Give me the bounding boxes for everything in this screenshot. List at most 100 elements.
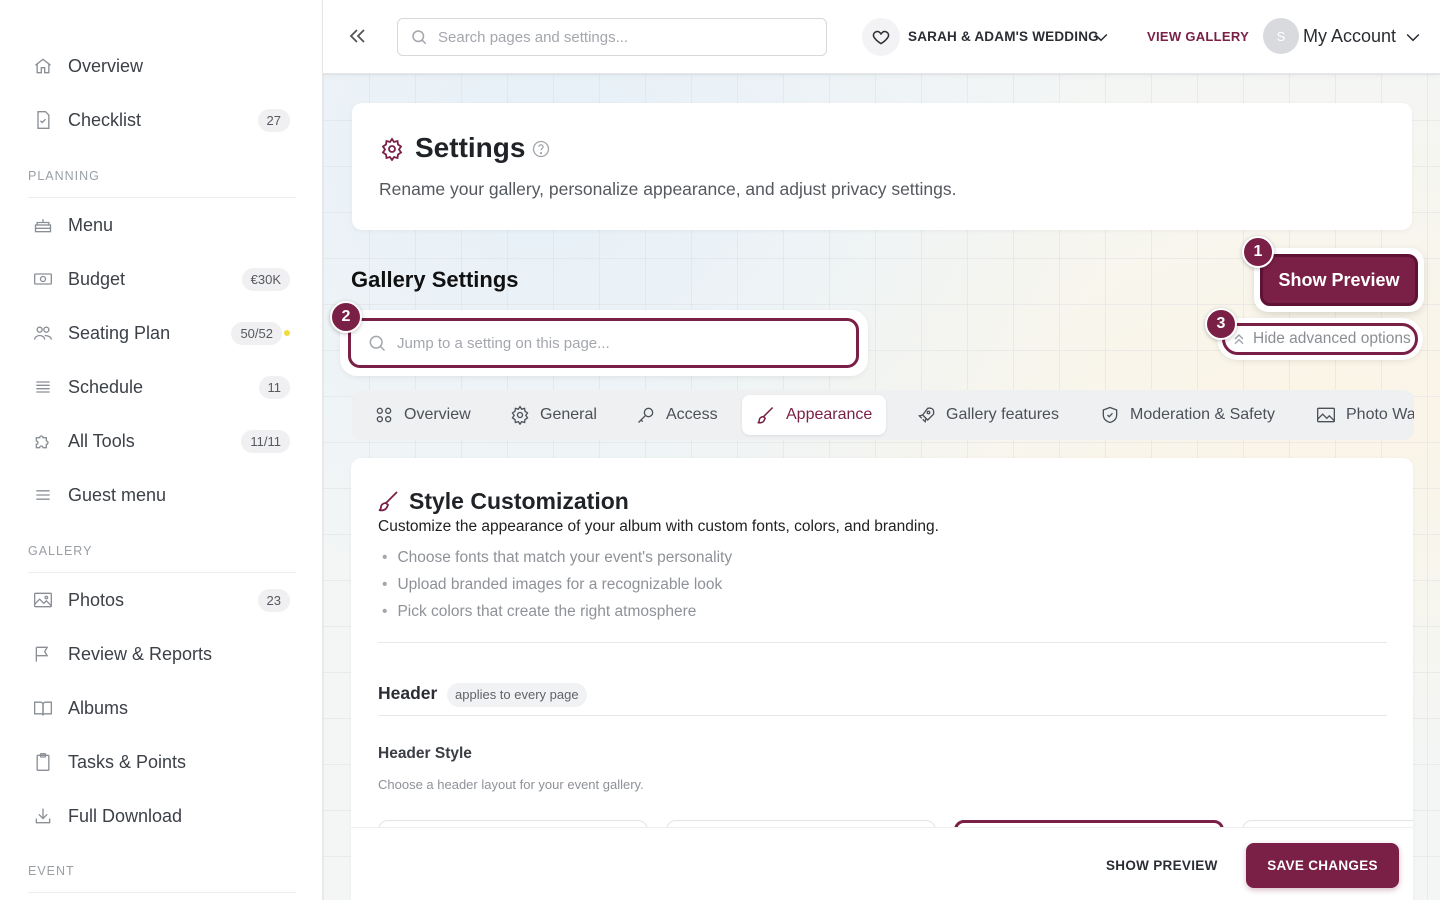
count-badge: 27 [257, 109, 290, 132]
sidebar-item-all-tools[interactable]: All Tools 11/11 [28, 421, 292, 461]
tab-appearance[interactable]: Appearance [742, 395, 887, 435]
tab-photo-wall[interactable]: Photo Wa [1302, 395, 1414, 435]
sidebar-item-guest-menu[interactable]: Guest menu [28, 475, 292, 515]
hide-advanced-label: Hide advanced options [1253, 330, 1411, 347]
sidebar-item-label: Overview [68, 55, 144, 76]
tab-general[interactable]: General [496, 395, 611, 435]
event-selector[interactable]: SARAH & ADAM'S WEDDING [908, 29, 1099, 44]
global-search[interactable] [397, 18, 827, 56]
money-icon [32, 268, 54, 290]
help-icon[interactable] [531, 139, 551, 159]
count-badge: €30K [241, 268, 290, 291]
collapse-sidebar-icon[interactable] [345, 24, 369, 48]
tab-label: Moderation & Safety [1130, 406, 1275, 423]
grid-icon [374, 405, 394, 425]
sidebar-item-albums[interactable]: Albums [28, 688, 292, 728]
sidebar-item-label: Schedule [68, 376, 144, 397]
sidebar-item-seating-plan[interactable]: Seating Plan 50/52 [28, 313, 292, 353]
chevron-down-icon[interactable] [1403, 27, 1423, 47]
sidebar-item-label: Menu [68, 214, 114, 235]
page-title: Settings [415, 132, 526, 163]
brush-icon [756, 405, 776, 425]
home-icon [32, 55, 54, 77]
tab-moderation-safety[interactable]: Moderation & Safety [1086, 395, 1289, 435]
hide-advanced-highlight: Hide advanced options [1219, 320, 1421, 358]
divider [378, 642, 1387, 643]
gear-icon [380, 137, 404, 161]
settings-tabs: Overview General Access Appearance Galle… [352, 390, 1414, 440]
section-description: Customize the appearance of your album w… [378, 518, 939, 535]
gear-icon [510, 405, 530, 425]
count-badge: 50/52 [231, 322, 282, 345]
list-item: Upload branded images for a recognizable… [382, 575, 732, 602]
count-badge: 11/11 [241, 430, 290, 453]
jump-search[interactable] [348, 318, 859, 368]
key-icon [636, 405, 656, 425]
count-badge: 11 [258, 376, 290, 399]
list-item: Choose fonts that match your event's per… [382, 548, 732, 575]
search-icon [410, 28, 428, 46]
section-label-planning: PLANNING [28, 169, 296, 198]
cake-icon [32, 214, 54, 236]
tab-overview[interactable]: Overview [360, 395, 485, 435]
sidebar-item-tasks-points[interactable]: Tasks & Points [28, 742, 292, 782]
sidebar: Overview Checklist 27 PLANNING Menu Budg… [0, 0, 323, 900]
sidebar-item-overview[interactable]: Overview [28, 46, 292, 86]
account-menu[interactable]: My Account [1303, 26, 1396, 47]
section-label-event: EVENT [28, 864, 296, 893]
view-gallery-link[interactable]: VIEW GALLERY [1147, 29, 1249, 44]
status-dot [284, 330, 290, 336]
checklist-icon [32, 109, 54, 131]
heart-icon[interactable] [862, 18, 900, 56]
sidebar-item-review-reports[interactable]: Review & Reports [28, 634, 292, 674]
divider [378, 715, 1387, 716]
chevron-down-icon[interactable] [1091, 27, 1111, 47]
flag-icon [32, 643, 54, 665]
sidebar-item-checklist[interactable]: Checklist 27 [28, 100, 292, 140]
sidebar-item-label: Photos [68, 589, 125, 610]
image-icon [1316, 405, 1336, 425]
header-subsection-title: Header [378, 683, 438, 703]
puzzle-icon [32, 430, 54, 452]
sidebar-item-label: Guest menu [68, 484, 167, 505]
tab-label: Overview [404, 406, 471, 423]
avatar[interactable]: S [1263, 18, 1299, 54]
people-icon [32, 322, 54, 344]
sidebar-item-label: Review & Reports [68, 643, 213, 664]
sidebar-item-label: All Tools [68, 430, 135, 451]
show-preview-highlight: Show Preview [1256, 250, 1422, 310]
book-icon [32, 697, 54, 719]
sidebar-item-label: Checklist [68, 109, 142, 130]
page-subtitle: Rename your gallery, personalize appeara… [379, 179, 957, 199]
header-style-title: Header Style [378, 745, 472, 762]
hide-advanced-toggle[interactable]: Hide advanced options [1222, 323, 1418, 355]
topbar: SARAH & ADAM'S WEDDING VIEW GALLERY S My… [323, 0, 1440, 74]
tab-access[interactable]: Access [622, 395, 732, 435]
header-style-description: Choose a header layout for your event ga… [378, 777, 644, 792]
show-preview-link[interactable]: SHOW PREVIEW [1106, 858, 1218, 873]
tab-label: Access [666, 406, 718, 423]
sidebar-item-label: Budget [68, 268, 126, 289]
download-icon [32, 805, 54, 827]
tab-gallery-features[interactable]: Gallery features [902, 395, 1073, 435]
image-icon [32, 589, 54, 611]
section-title: Style Customization [409, 488, 629, 514]
sidebar-item-menu[interactable]: Menu [28, 205, 292, 245]
sidebar-item-full-download[interactable]: Full Download [28, 796, 292, 836]
search-input[interactable] [438, 28, 798, 46]
tab-label: Photo Wa [1346, 406, 1414, 423]
save-changes-button[interactable]: SAVE CHANGES [1246, 843, 1399, 888]
tab-label: Appearance [786, 406, 873, 423]
gallery-settings-title: Gallery Settings [351, 267, 519, 292]
sidebar-item-budget[interactable]: Budget €30K [28, 259, 292, 299]
sidebar-item-label: Full Download [68, 805, 183, 826]
jump-search-highlight [343, 313, 865, 373]
sidebar-item-label: Tasks & Points [68, 751, 187, 772]
menu-icon [32, 484, 54, 506]
sidebar-item-photos[interactable]: Photos 23 [28, 580, 292, 620]
section-label-gallery: GALLERY [28, 544, 296, 573]
show-preview-button[interactable]: Show Preview [1260, 254, 1418, 306]
step-badge-1: 1 [1242, 236, 1274, 268]
sidebar-item-schedule[interactable]: Schedule 11 [28, 367, 292, 407]
jump-search-input[interactable] [397, 334, 837, 352]
